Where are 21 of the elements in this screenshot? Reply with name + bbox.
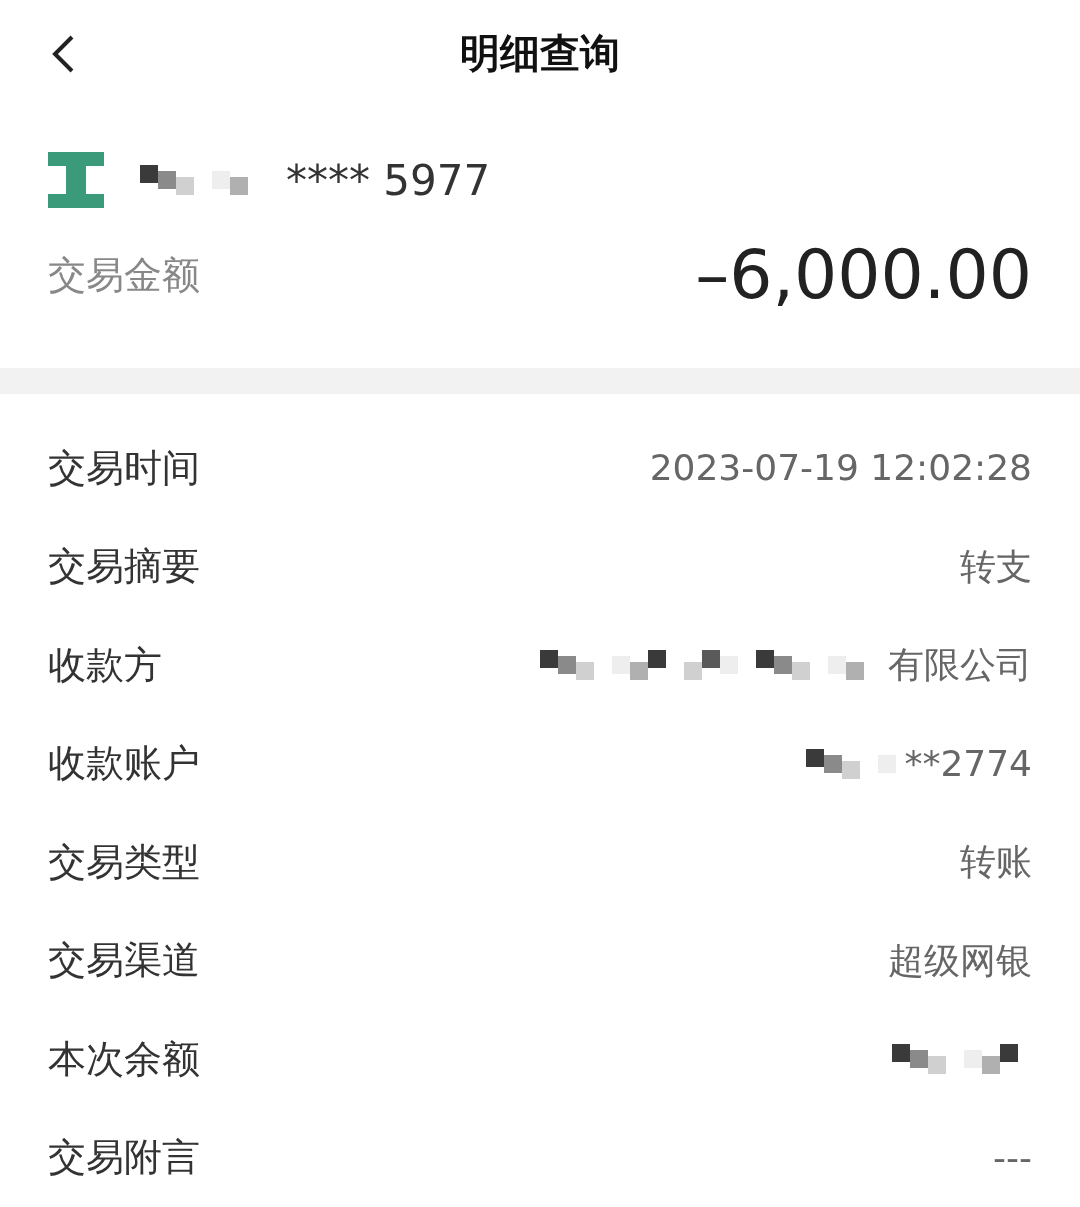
row-label: 本次余额 xyxy=(48,1035,200,1083)
row-label: 交易摘要 xyxy=(48,543,200,591)
row-value: 2023-07-19 12:02:28 xyxy=(649,446,1032,491)
row-label: 收款账户 xyxy=(48,740,200,788)
amount-label: 交易金额 xyxy=(48,251,200,299)
row-label: 交易时间 xyxy=(48,444,200,492)
row-label: 交易类型 xyxy=(48,838,200,886)
row-value: 转支 xyxy=(960,544,1032,589)
row-label: 收款方 xyxy=(48,641,162,689)
row-value: --- xyxy=(993,1135,1032,1180)
row-value: 有限公司 xyxy=(888,643,1032,688)
row-value: 转账 xyxy=(960,840,1032,885)
row-label: 交易渠道 xyxy=(48,937,200,985)
row-label: 交易附言 xyxy=(48,1134,200,1182)
row-value: 超级网银 xyxy=(888,938,1032,983)
page-title: 明细查询 xyxy=(460,28,620,78)
bank-logo-icon xyxy=(48,152,104,208)
transaction-amount: –6,000.00 xyxy=(695,234,1032,316)
account-number: **** 5977 xyxy=(286,154,491,207)
row-value: **2774 xyxy=(904,741,1032,786)
back-icon[interactable] xyxy=(50,34,76,74)
